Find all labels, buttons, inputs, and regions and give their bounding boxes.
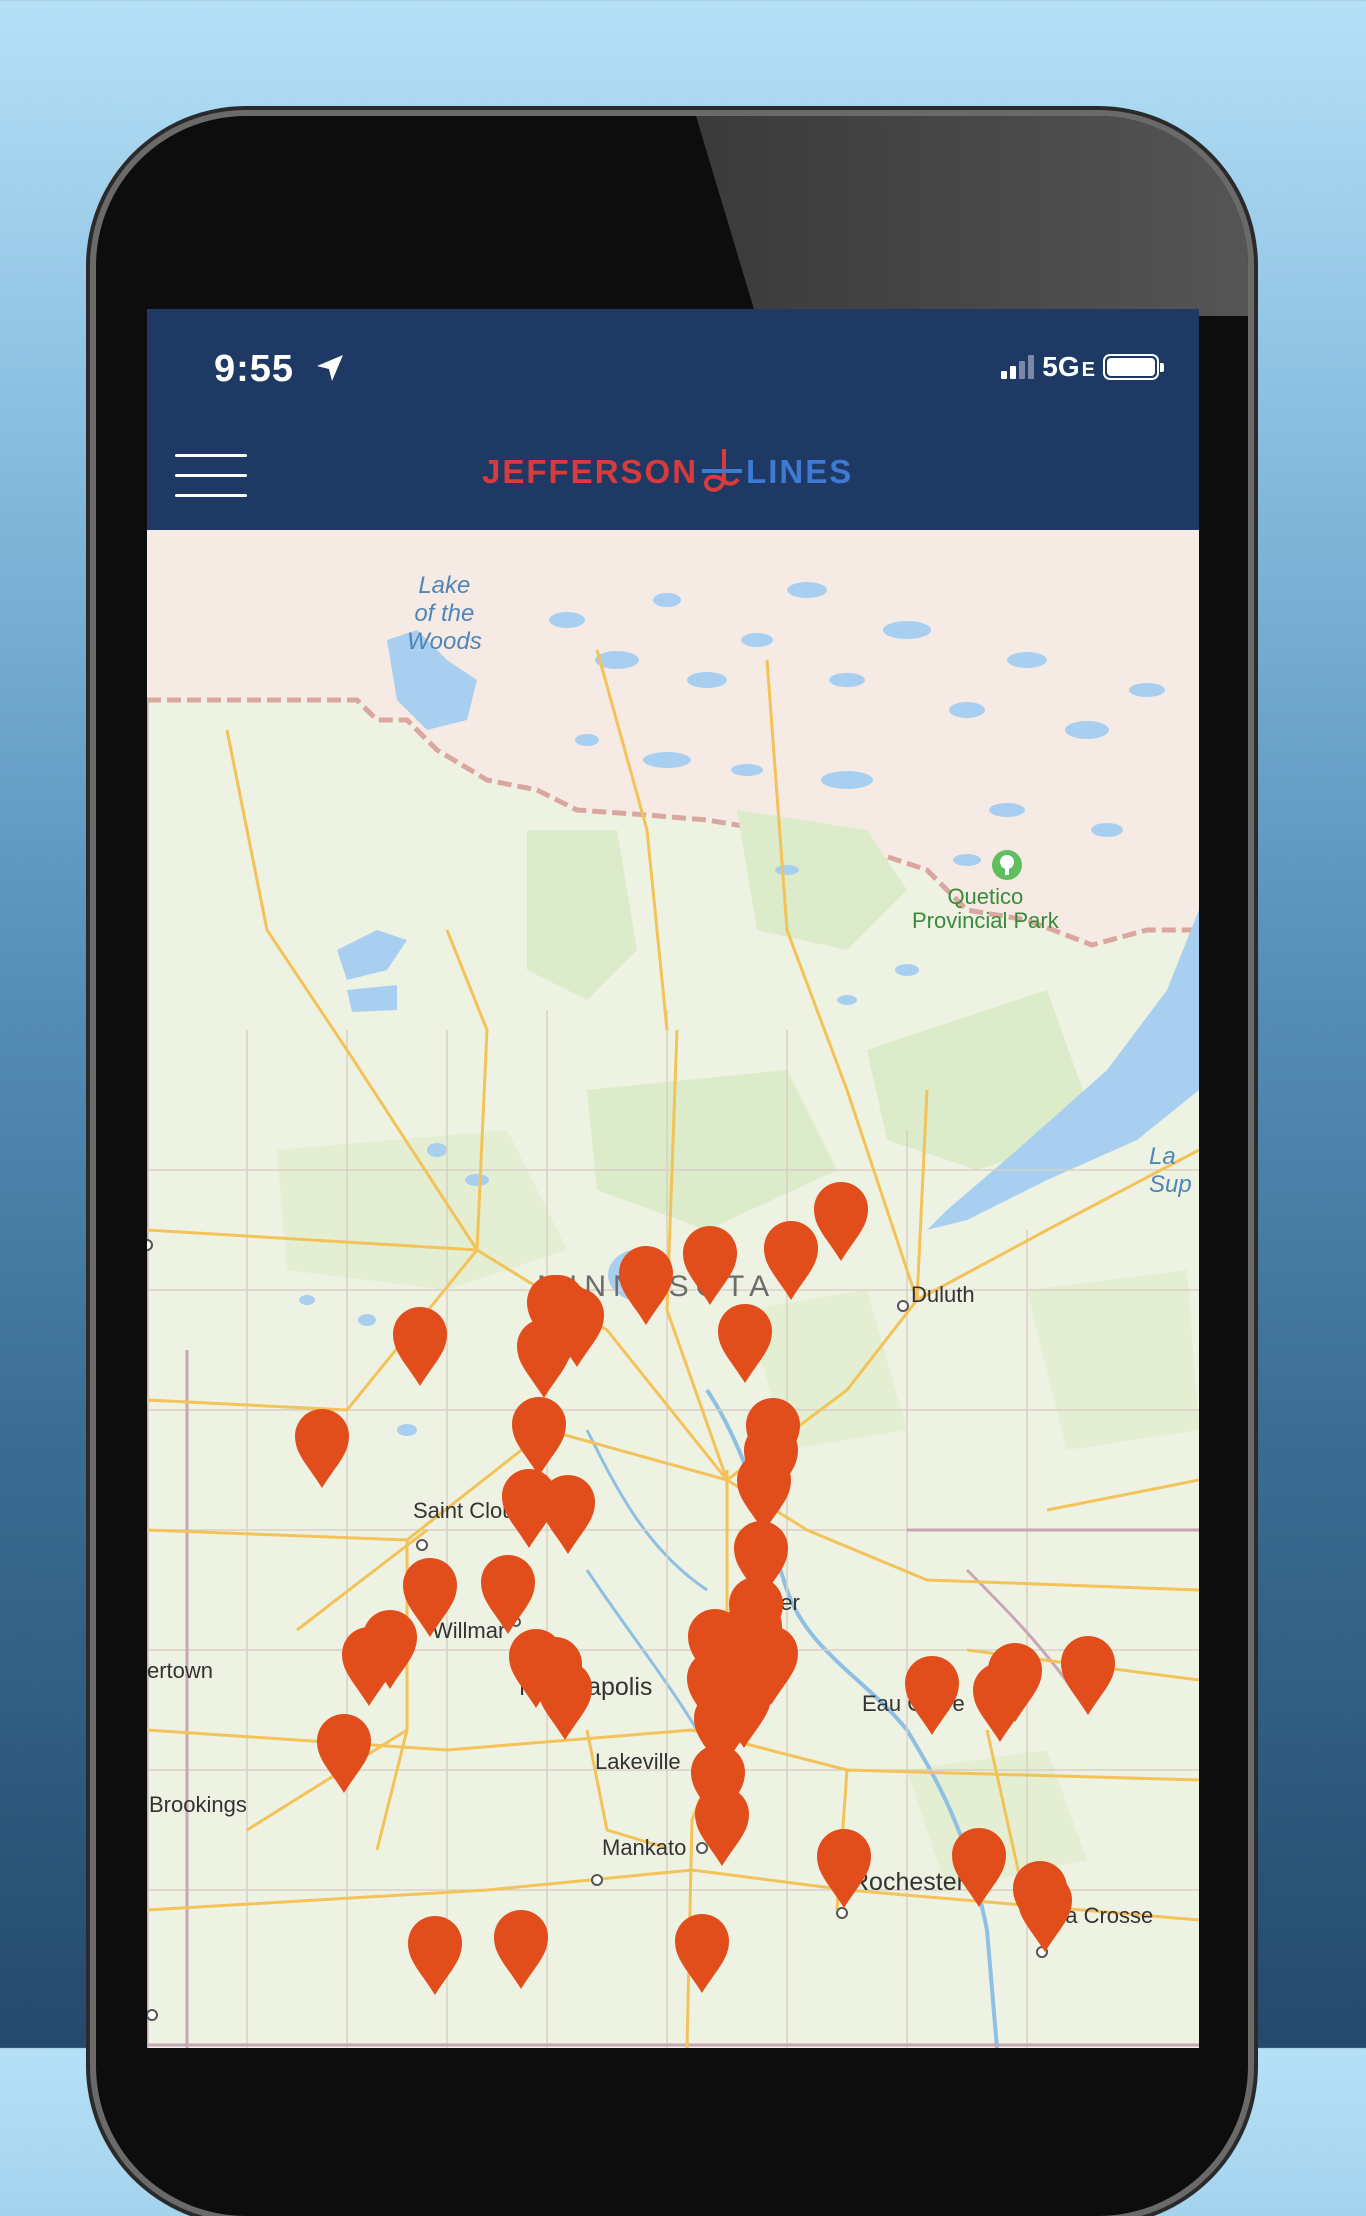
brand-left: JEFFERSON <box>482 453 699 490</box>
logo-emblem-icon <box>702 449 743 492</box>
bus-stop-pin-icon[interactable] <box>764 1221 818 1300</box>
network-suffix: E <box>1081 359 1095 381</box>
bus-stop-pin-icon[interactable] <box>408 1916 462 1995</box>
battery-icon <box>1103 354 1164 380</box>
bus-stop-pin-icon[interactable] <box>952 1828 1006 1907</box>
bus-stop-pin-icon[interactable] <box>512 1397 566 1476</box>
network-label: 5G <box>1042 351 1080 382</box>
status-time: 9:55 <box>214 348 295 390</box>
status-indicators: 5G E <box>1001 349 1164 385</box>
bus-stop-pin-icon[interactable] <box>494 1910 548 1989</box>
hamburger-menu-button[interactable] <box>175 454 247 498</box>
bus-stop-pin-icon[interactable] <box>718 1304 772 1383</box>
bus-stop-pin-icon[interactable] <box>317 1714 371 1793</box>
app-header: 9:55 5G E JEFFERSON LINES <box>147 309 1199 530</box>
bus-stop-pin-icon[interactable] <box>295 1409 349 1488</box>
route-map[interactable]: Lake of the Woods Quetico Provincial Par… <box>147 530 1199 2048</box>
bus-stop-pins <box>295 1182 1115 1995</box>
bus-stop-pin-icon[interactable] <box>905 1656 959 1735</box>
signal-strength-icon <box>1001 355 1035 379</box>
bus-stop-pin-icon[interactable] <box>541 1475 595 1554</box>
location-arrow-icon <box>317 355 343 381</box>
jefferson-lines-logo: JEFFERSON LINES <box>482 447 853 497</box>
app-screen: 9:55 5G E JEFFERSON LINES Lake of the Wo… <box>147 309 1199 2048</box>
bus-stop-pin-icon[interactable] <box>683 1226 737 1305</box>
bus-stop-pin-icon[interactable] <box>814 1182 868 1261</box>
bus-stop-pin-icon[interactable] <box>675 1914 729 1993</box>
bus-stop-pin-icon[interactable] <box>619 1246 673 1325</box>
bus-stop-pin-icon[interactable] <box>538 1661 592 1740</box>
bus-stop-pin-icon[interactable] <box>695 1787 749 1866</box>
bus-stop-pin-icon[interactable] <box>1061 1636 1115 1715</box>
bus-stop-pin-icon[interactable] <box>737 1453 791 1532</box>
bus-stop-pin-icon[interactable] <box>393 1307 447 1386</box>
bus-stop-pin-icon[interactable] <box>342 1627 396 1706</box>
brand-right: LINES <box>746 453 854 490</box>
network-type: 5G E <box>1042 351 1095 383</box>
phone-gloss <box>696 116 1248 316</box>
bus-stop-pin-icon[interactable] <box>817 1829 871 1908</box>
bus-stop-pin-icon[interactable] <box>973 1663 1027 1742</box>
bus-stop-pin-icon[interactable] <box>481 1555 535 1634</box>
